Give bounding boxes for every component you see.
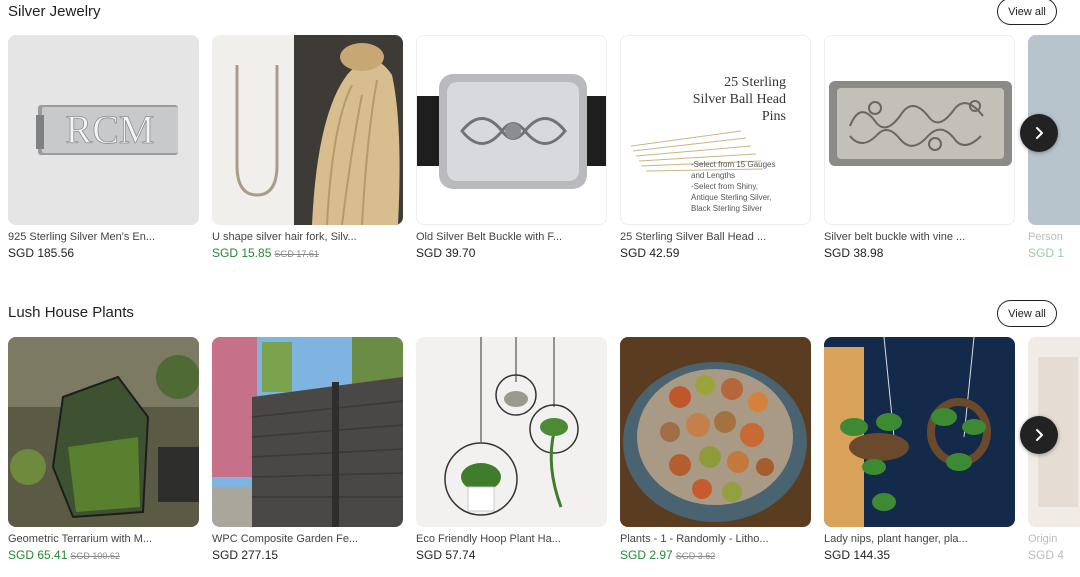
section-silver-jewelry: Silver Jewelry View all RCM 925 Sterling…	[0, 0, 1080, 290]
product-card[interactable]: 25 Sterling Silver Ball Head Pins -Selec…	[620, 35, 811, 260]
price-value: SGD 144.35	[824, 548, 891, 562]
product-price: SGD 39.70	[416, 246, 607, 260]
product-price: SGD 277.15	[212, 548, 403, 562]
price-value: SGD 277.15	[212, 548, 279, 562]
product-price: SGD 15.85 SGD 17.61	[212, 246, 403, 260]
section-title: Lush House Plants	[8, 304, 134, 321]
product-image[interactable]	[8, 337, 199, 527]
chevron-right-icon	[1036, 127, 1043, 139]
svg-text:Pins: Pins	[762, 109, 786, 124]
view-all-button[interactable]: View all	[997, 300, 1057, 327]
price-value: SGD 4	[1028, 548, 1065, 562]
product-image[interactable]	[212, 35, 403, 225]
svg-text:Silver Ball Head: Silver Ball Head	[693, 92, 786, 107]
svg-text:Antique Sterling Silver,: Antique Sterling Silver,	[691, 193, 772, 202]
product-title[interactable]: Geometric Terrarium with M...	[8, 533, 199, 545]
price-value: SGD 1	[1028, 246, 1065, 260]
original-price: SGD 100.62	[70, 551, 120, 561]
product-title[interactable]: Plants - 1 - Randomly - Litho...	[620, 533, 811, 545]
view-all-button[interactable]: View all	[997, 0, 1057, 25]
product-carousel: RCM 925 Sterling Silver Men's En... SGD …	[8, 35, 1080, 275]
svg-text:RCM: RCM	[66, 107, 155, 152]
product-title[interactable]: U shape silver hair fork, Silv...	[212, 231, 403, 243]
price-value: SGD 2.97	[620, 548, 673, 562]
price-value: SGD 65.41	[8, 548, 68, 562]
original-price: SGD 3.62	[675, 551, 716, 561]
svg-text:-Select from Shiny,: -Select from Shiny,	[691, 182, 758, 191]
svg-text:Black Sterling Silver: Black Sterling Silver	[691, 204, 762, 213]
product-price: SGD 65.41 SGD 100.62	[8, 548, 199, 562]
price-value: SGD 38.98	[824, 246, 884, 260]
product-card[interactable]: WPC Composite Garden Fe... SGD 277.15	[212, 337, 403, 562]
product-price: SGD 42.59	[620, 246, 811, 260]
section-title: Silver Jewelry	[8, 3, 101, 20]
price-value: SGD 15.85	[212, 246, 272, 260]
product-title[interactable]: WPC Composite Garden Fe...	[212, 533, 403, 545]
product-price: SGD 38.98	[824, 246, 1015, 260]
product-image[interactable]	[824, 35, 1015, 225]
product-image[interactable]	[212, 337, 403, 527]
carousel-next-button[interactable]	[1020, 416, 1058, 454]
chevron-right-icon	[1036, 429, 1043, 441]
product-card[interactable]: Plants - 1 - Randomly - Litho... SGD 2.9…	[620, 337, 811, 562]
price-value: SGD 39.70	[416, 246, 476, 260]
section-lush-house-plants: Lush House Plants View all Geometric Ter…	[0, 300, 1080, 570]
product-image[interactable]	[416, 337, 607, 527]
original-price: SGD 17.61	[274, 249, 319, 259]
product-title[interactable]: Origin	[1028, 533, 1080, 545]
product-title[interactable]: Old Silver Belt Buckle with F...	[416, 231, 607, 243]
product-card[interactable]: Geometric Terrarium with M... SGD 65.41 S…	[8, 337, 199, 562]
product-title[interactable]: Eco Friendly Hoop Plant Ha...	[416, 533, 607, 545]
product-image[interactable]: 25 Sterling Silver Ball Head Pins -Selec…	[620, 35, 811, 225]
price-value: SGD 185.56	[8, 246, 75, 260]
product-price: SGD 57.74	[416, 548, 607, 562]
product-image[interactable]	[416, 35, 607, 225]
product-price: SGD 4	[1028, 548, 1080, 562]
product-card[interactable]: U shape silver hair fork, Silv... SGD 15…	[212, 35, 403, 260]
product-image[interactable]: RCM	[8, 35, 199, 225]
product-image[interactable]	[620, 337, 811, 527]
carousel-next-button[interactable]	[1020, 114, 1058, 152]
product-image[interactable]	[824, 337, 1015, 527]
product-title[interactable]: 925 Sterling Silver Men's En...	[8, 231, 199, 243]
price-value: SGD 42.59	[620, 246, 680, 260]
product-title[interactable]: Person	[1028, 231, 1080, 243]
product-carousel: Geometric Terrarium with M... SGD 65.41 S…	[8, 337, 1080, 577]
product-card[interactable]: Old Silver Belt Buckle with F... SGD 39.…	[416, 35, 607, 260]
product-price: SGD 144.35	[824, 548, 1015, 562]
product-title[interactable]: Lady nips, plant hanger, pla...	[824, 533, 1015, 545]
product-price: SGD 2.97 SGD 3.62	[620, 548, 811, 562]
svg-text:25 Sterling: 25 Sterling	[724, 75, 786, 90]
price-value: SGD 57.74	[416, 548, 476, 562]
product-card[interactable]: Eco Friendly Hoop Plant Ha... SGD 57.74	[416, 337, 607, 562]
product-card[interactable]: Lady nips, plant hanger, pla... SGD 144.…	[824, 337, 1015, 562]
product-card[interactable]: Silver belt buckle with vine ... SGD 38.…	[824, 35, 1015, 260]
product-title[interactable]: Silver belt buckle with vine ...	[824, 231, 1015, 243]
product-price: SGD 1	[1028, 246, 1080, 260]
svg-text:and Lengths: and Lengths	[691, 171, 735, 180]
product-price: SGD 185.56	[8, 246, 199, 260]
product-title[interactable]: 25 Sterling Silver Ball Head ...	[620, 231, 811, 243]
svg-text:-Select from 15 Gauges: -Select from 15 Gauges	[691, 160, 775, 169]
product-card[interactable]: RCM 925 Sterling Silver Men's En... SGD …	[8, 35, 199, 260]
